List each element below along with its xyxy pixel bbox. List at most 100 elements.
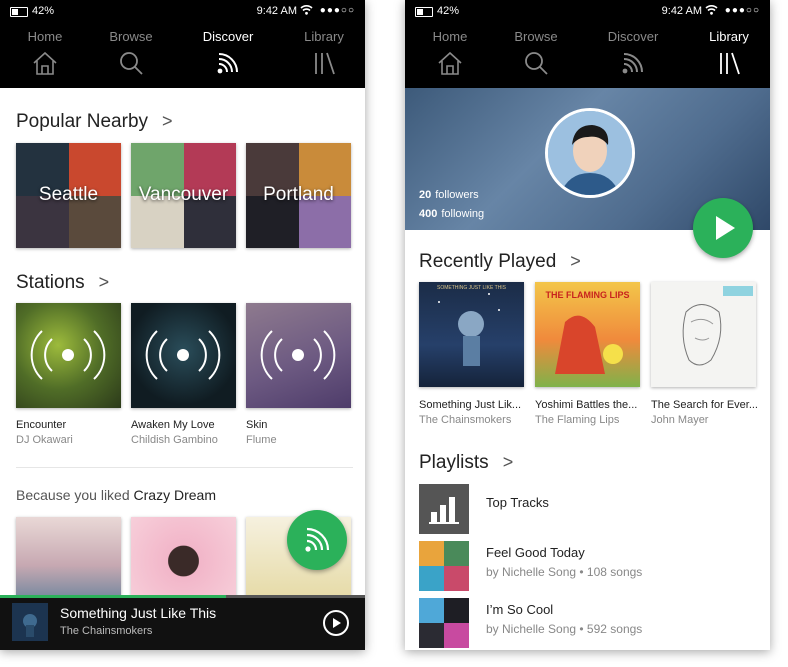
home-icon [438, 51, 462, 75]
album-art [419, 541, 469, 591]
city-name: Vancouver [138, 184, 229, 205]
city-tile-vancouver[interactable]: Vancouver [131, 143, 236, 248]
search-icon [525, 52, 548, 75]
battery-percent: 42% [32, 5, 55, 17]
followers-count: 20 [419, 189, 432, 201]
recent-title: Yoshimi Battles the... [535, 399, 638, 411]
recent-artist: The Flaming Lips [535, 414, 620, 426]
station-tile-skin[interactable] [246, 303, 351, 408]
status-bar: 42% 9:42 AM ●●●○○ [0, 0, 365, 24]
radio-waves-icon [622, 53, 643, 74]
recent-album-flaming-lips[interactable]: THE FLAMING LIPS [535, 282, 640, 387]
followers-stat[interactable]: 20 followers [419, 189, 479, 201]
station-radio-icon [145, 330, 221, 380]
status-bar: 42% 9:42 AM ●●●○○ [405, 0, 770, 24]
now-playing-artist: The Chainsmokers [60, 625, 153, 637]
home-icon [33, 51, 57, 75]
station-title: Skin [246, 419, 268, 431]
playlist-name: Top Tracks [486, 495, 549, 510]
recently-played-title: Recently Played [419, 251, 557, 272]
city-tile-portland[interactable]: Portland [246, 143, 351, 248]
tab-browse-label: Browse [109, 29, 153, 44]
mini-player[interactable]: Something Just Like This The Chainsmoker… [0, 595, 365, 650]
top-nav: Home Browse Discover Library [405, 24, 770, 88]
playlist-name: Feel Good Today [486, 545, 585, 560]
recently-played-header[interactable]: Recently Played > [419, 251, 581, 273]
tab-discover[interactable]: Discover [183, 24, 273, 88]
station-artist: DJ Okawari [16, 434, 73, 446]
playback-progress-fill [0, 595, 227, 598]
tab-home-label: Home [432, 29, 468, 44]
playback-progress[interactable] [0, 595, 365, 598]
wifi-icon [300, 5, 313, 15]
playlist-thumb [419, 484, 469, 534]
discover-screen: 42% 9:42 AM ●●●○○ Home Browse Discover L… [0, 0, 365, 650]
tab-home-label: Home [27, 29, 63, 44]
section-divider [16, 467, 353, 468]
album-cover-text: THE FLAMING LIPS [545, 290, 630, 300]
playlist-thumb [419, 541, 469, 591]
tab-discover[interactable]: Discover [588, 24, 678, 88]
signal-dots: ●●●○○ [319, 5, 355, 16]
library-icon [720, 52, 740, 75]
because-album[interactable]: Crazy Dream [134, 487, 216, 503]
top-nav: Home Browse Discover Library [0, 24, 365, 88]
tab-library[interactable]: Library [279, 24, 365, 88]
tab-home[interactable]: Home [405, 24, 495, 88]
stations-header[interactable]: Stations > [16, 272, 109, 294]
discover-fab[interactable] [287, 510, 347, 570]
chevron-right-icon: > [570, 251, 581, 271]
bar-chart-icon [429, 497, 459, 524]
wifi-icon [705, 5, 718, 15]
city-name: Seattle [38, 184, 99, 205]
station-artist: Flume [246, 434, 277, 446]
play-fab[interactable] [693, 198, 753, 258]
chevron-right-icon: > [162, 111, 173, 131]
recommended-album[interactable] [16, 517, 121, 597]
because-you-liked-header: Because you liked Crazy Dream [16, 487, 216, 503]
album-art [12, 603, 48, 641]
recent-album-chainsmokers[interactable]: SOMETHING JUST LIKE THIS [419, 282, 524, 387]
city-name: Portland [263, 184, 334, 205]
playlist-row-top-tracks[interactable]: Top Tracks [419, 484, 770, 534]
city-tile-seattle[interactable]: Seattle [16, 143, 121, 248]
tab-library-label: Library [709, 29, 749, 44]
tab-library[interactable]: Library [684, 24, 770, 88]
recent-album-john-mayer[interactable] [651, 282, 756, 387]
recent-artist: The Chainsmokers [419, 414, 512, 426]
tab-browse-label: Browse [514, 29, 558, 44]
play-button[interactable] [323, 610, 349, 636]
playlist-row-im-so-cool[interactable]: I’m So Cool by Nichelle Song • 592 songs [419, 598, 770, 648]
battery-icon [415, 7, 433, 17]
following-count: 400 [419, 208, 438, 220]
tab-library-label: Library [304, 29, 344, 44]
following-label: following [441, 208, 485, 220]
avatar[interactable] [545, 108, 635, 198]
station-tile-encounter[interactable] [16, 303, 121, 408]
station-radio-icon [30, 330, 106, 380]
playlists-header[interactable]: Playlists > [419, 452, 513, 474]
avatar-photo [548, 111, 632, 195]
recommended-album[interactable] [131, 517, 236, 597]
status-time: 9:42 AM [256, 5, 297, 17]
stations-title: Stations [16, 272, 85, 293]
album-art [419, 598, 469, 648]
tab-browse[interactable]: Browse [491, 24, 581, 88]
popular-nearby-title: Popular Nearby [16, 111, 149, 132]
popular-nearby-header[interactable]: Popular Nearby > [16, 111, 173, 133]
search-icon [120, 52, 143, 75]
playlist-row-feel-good[interactable]: Feel Good Today by Nichelle Song • 108 s… [419, 541, 770, 591]
album-cover-text: SOMETHING JUST LIKE THIS [437, 285, 506, 291]
album-art [438, 293, 500, 366]
tab-home[interactable]: Home [0, 24, 90, 88]
library-icon [315, 52, 335, 75]
recent-artist: John Mayer [651, 414, 709, 426]
following-stat[interactable]: 400 following [419, 208, 484, 220]
library-screen: 42% 9:42 AM ●●●○○ Home Browse Discover L… [405, 0, 770, 650]
album-art [682, 286, 753, 366]
playlist-name: I’m So Cool [486, 602, 554, 617]
now-playing-art [12, 603, 48, 641]
play-icon [333, 618, 341, 628]
station-tile-awaken[interactable] [131, 303, 236, 408]
tab-browse[interactable]: Browse [86, 24, 176, 88]
